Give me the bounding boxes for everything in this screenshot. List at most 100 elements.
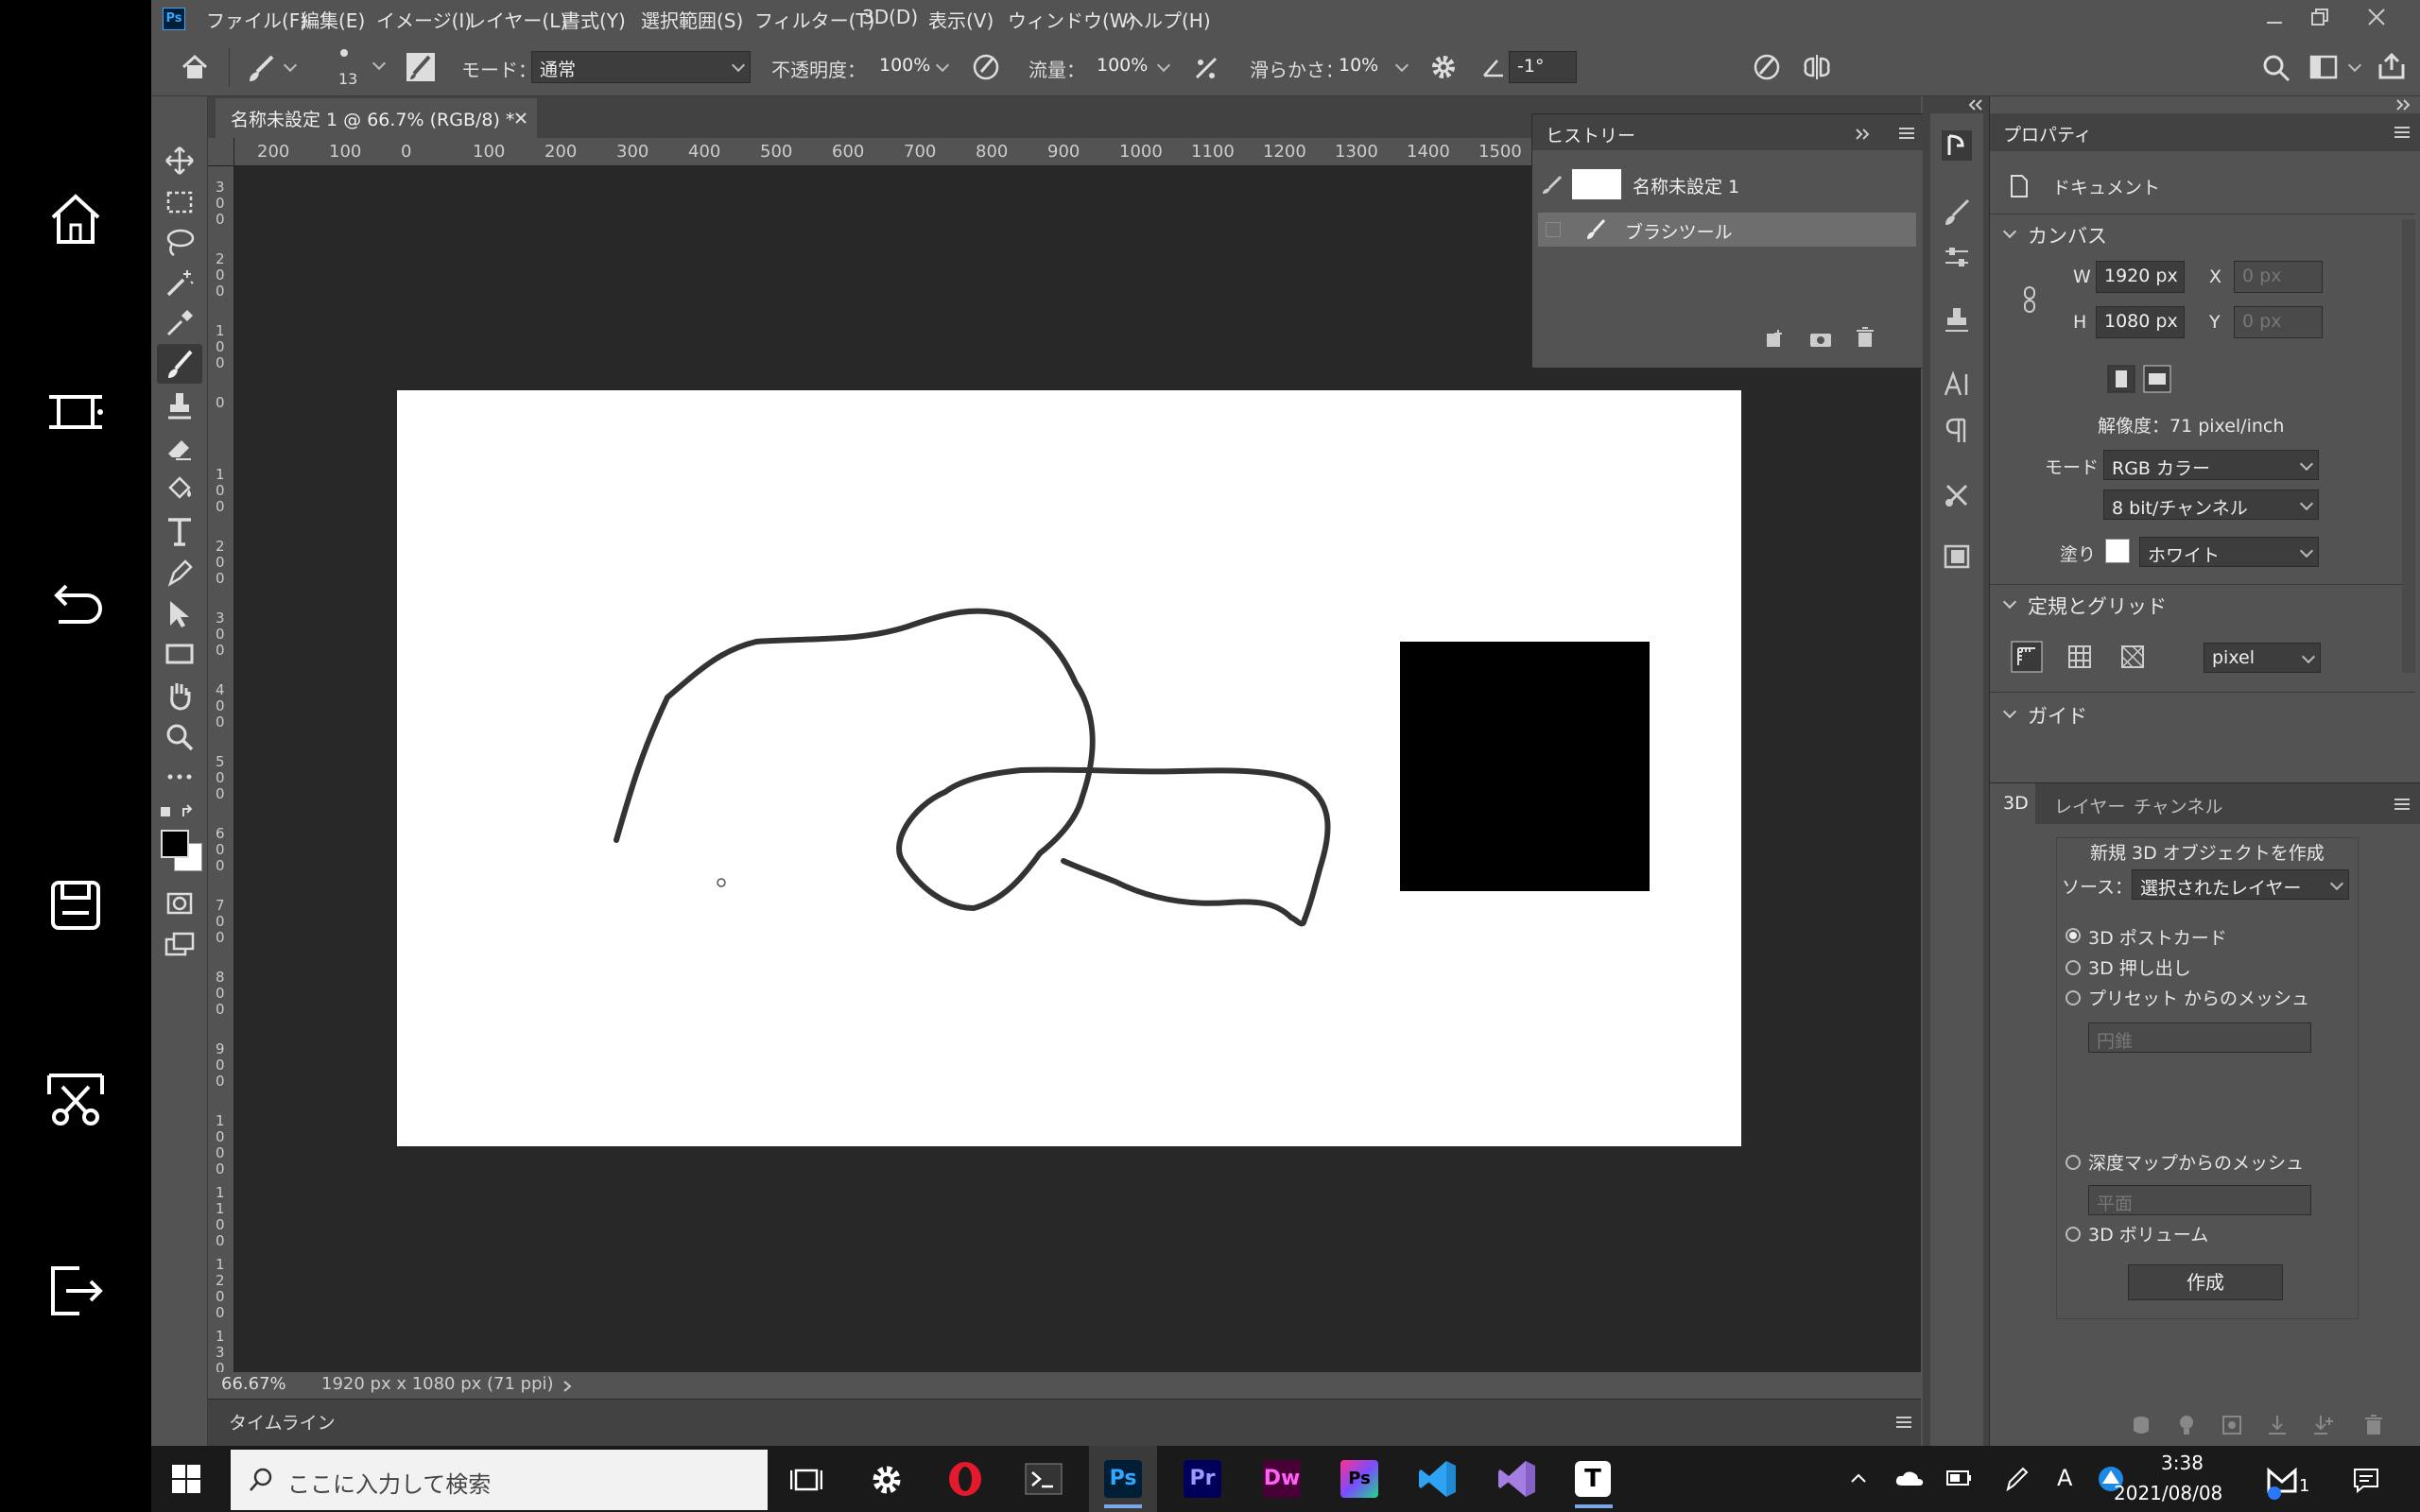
pressure-size-icon[interactable]	[1751, 51, 1783, 83]
menu-view[interactable]: 表示(V)	[928, 6, 994, 33]
home-icon[interactable]	[45, 189, 106, 249]
menu-layer[interactable]: レイヤー(L)	[467, 6, 567, 33]
path-select-tool-icon[interactable]	[163, 597, 197, 631]
history-checkbox[interactable]	[1546, 222, 1561, 237]
timeline-label[interactable]: タイムライン	[229, 1409, 336, 1435]
workspace-icon[interactable]	[2308, 53, 2339, 81]
home-tool-icon[interactable]	[180, 53, 210, 81]
flow-input[interactable]: 100%	[1089, 51, 1150, 83]
history-snapshot[interactable]: 名称未設定 1	[1532, 163, 1924, 207]
cut-icon[interactable]	[45, 1068, 106, 1128]
portrait-orientation-icon[interactable]	[2107, 365, 2135, 393]
trash-icon[interactable]	[2362, 1414, 2385, 1436]
restore-icon[interactable]	[2308, 6, 2331, 28]
radio-depth-map[interactable]	[2066, 1155, 2081, 1170]
brush-settings-icon[interactable]	[405, 51, 437, 83]
dreamweaver-taskbar-icon[interactable]: Dw	[1263, 1460, 1301, 1498]
photoshop-taskbar-icon[interactable]: Ps	[1104, 1460, 1142, 1498]
chevron-down-icon[interactable]	[1394, 58, 1409, 73]
phpstorm-taskbar-icon[interactable]: Ps	[1340, 1460, 1378, 1498]
create-button[interactable]: 作成	[2128, 1264, 2283, 1300]
tool-presets-panel-icon[interactable]	[1942, 480, 1972, 508]
history-item[interactable]: ブラシツール	[1538, 213, 1916, 247]
trash-icon[interactable]	[1854, 326, 1876, 349]
character-panel-icon[interactable]	[1942, 370, 1972, 399]
x-input[interactable]: 0 px	[2234, 261, 2323, 293]
hand-tool-icon[interactable]	[163, 679, 197, 713]
close-window-icon[interactable]	[2365, 6, 2388, 28]
bit-depth-select[interactable]: 8 bit/チャンネル	[2103, 490, 2319, 520]
menu-window[interactable]: ウィンドウ(W)	[1008, 6, 1135, 33]
settings-gear-icon[interactable]	[870, 1463, 904, 1497]
magic-wand-tool-icon[interactable]	[163, 266, 197, 301]
radio-postcard[interactable]	[2066, 928, 2081, 943]
filter-scene-icon[interactable]	[2130, 1414, 2152, 1436]
document-info[interactable]: 1920 px x 1080 px (71 ppi)	[321, 1374, 554, 1394]
radio-extrusion[interactable]	[2066, 960, 2081, 975]
save-icon[interactable]	[45, 875, 106, 936]
taskbar-search[interactable]: ここに入力して検索	[231, 1450, 768, 1510]
canvas[interactable]	[397, 390, 1741, 1146]
minimize-icon[interactable]	[2263, 9, 2286, 28]
depth-map-select[interactable]: 平面	[2088, 1185, 2311, 1215]
notifications-icon[interactable]	[2352, 1467, 2380, 1493]
pixel-grid-toggle-icon[interactable]	[2117, 641, 2149, 673]
onedrive-icon[interactable]	[1894, 1469, 1925, 1487]
light-icon[interactable]	[2175, 1414, 2198, 1436]
chevron-down-icon[interactable]	[935, 58, 950, 73]
drop-to-ground-icon[interactable]	[2266, 1414, 2289, 1436]
exit-icon[interactable]	[45, 1261, 106, 1321]
vscode-icon[interactable]	[1418, 1459, 1458, 1499]
stamp-tool-icon[interactable]	[163, 389, 197, 423]
smoothing-input[interactable]: 10%	[1331, 51, 1388, 83]
black-square[interactable]	[1400, 642, 1650, 891]
panel-menu-icon[interactable]	[1897, 126, 1916, 141]
height-input[interactable]: 1080 px	[2096, 306, 2185, 338]
clone-source-panel-icon[interactable]	[1942, 306, 1972, 335]
marquee-tool-icon[interactable]	[163, 185, 197, 219]
symmetry-icon[interactable]	[1800, 51, 1834, 83]
chevron-down-icon[interactable]	[1156, 58, 1171, 73]
y-input[interactable]: 0 px	[2234, 306, 2323, 338]
tab-3d[interactable]: 3D	[2003, 793, 2029, 814]
link-icon[interactable]	[2022, 285, 2037, 314]
fill-color-swatch[interactable]	[2105, 539, 2130, 563]
brush-size[interactable]: 13	[338, 70, 357, 88]
width-input[interactable]: 1920 px	[2096, 261, 2185, 293]
panel-menu-icon[interactable]	[2393, 797, 2411, 812]
undo-icon[interactable]	[45, 573, 106, 633]
brush-tool-icon[interactable]	[163, 348, 197, 382]
windows-start-icon[interactable]	[172, 1465, 200, 1493]
new-document-from-state-icon[interactable]	[1763, 328, 1788, 349]
menu-file[interactable]: ファイル(F)	[206, 6, 307, 33]
brush-settings-panel-icon[interactable]	[1942, 198, 1972, 227]
pen-tool-icon[interactable]	[163, 556, 197, 590]
task-view-icon[interactable]	[45, 382, 106, 442]
tab-layers[interactable]: レイヤー	[2054, 793, 2125, 818]
option-preset-mesh[interactable]: プリセット からのメッシュ	[2088, 985, 2309, 1010]
text-editor-taskbar-icon[interactable]: T	[1575, 1461, 1611, 1497]
collapse-panel-icon[interactable]	[1854, 128, 1873, 141]
screen-mode-icon[interactable]	[163, 928, 197, 962]
add-light-icon[interactable]	[2311, 1414, 2334, 1436]
terminal-icon[interactable]	[1025, 1463, 1063, 1495]
chevron-down-icon[interactable]	[2347, 58, 2362, 73]
clock-date[interactable]: 2021/08/08	[2114, 1482, 2222, 1504]
angle-input[interactable]: -1°	[1509, 51, 1577, 83]
more-tools-icon[interactable]	[163, 760, 197, 794]
brush-preset-icon[interactable]	[246, 53, 276, 83]
zoom-level[interactable]: 66.67%	[221, 1374, 286, 1394]
move-tool-icon[interactable]	[163, 144, 197, 178]
option-postcard[interactable]: 3D ポストカード	[2088, 924, 2227, 950]
tab-channels[interactable]: チャンネル	[2134, 793, 2222, 818]
share-icon[interactable]	[2377, 51, 2407, 81]
visual-studio-icon[interactable]	[1497, 1459, 1537, 1499]
type-tool-icon[interactable]	[163, 514, 197, 548]
render-icon[interactable]	[2221, 1414, 2243, 1436]
opacity-input[interactable]: 100%	[872, 51, 930, 83]
history-brush-source-icon[interactable]	[1540, 175, 1564, 196]
rulers-grid-section[interactable]: 定規とグリッド	[2028, 592, 2167, 620]
panel-menu-icon[interactable]	[2393, 125, 2411, 140]
landscape-orientation-icon[interactable]	[2143, 365, 2171, 393]
chevron-right-icon[interactable]	[562, 1380, 573, 1393]
